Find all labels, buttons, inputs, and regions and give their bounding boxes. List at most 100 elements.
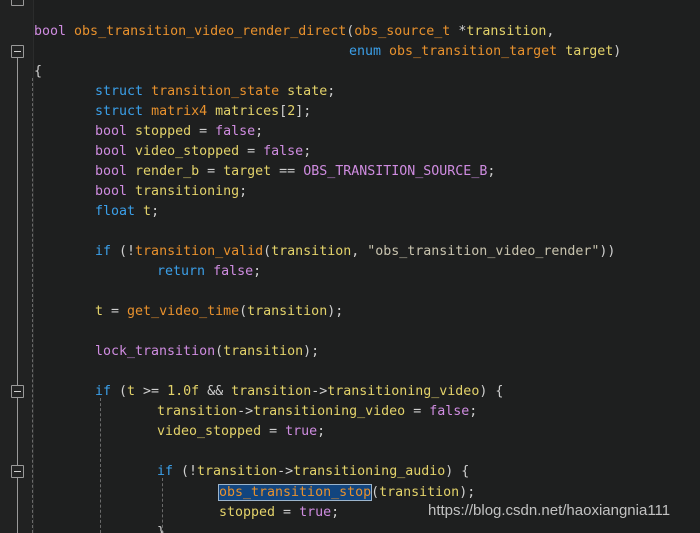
code-token: -> (237, 404, 254, 419)
code-token: target (565, 44, 614, 59)
code-editor-viewport: bool obs_transition_video_render_direct (… (0, 0, 700, 533)
code-token: ) { (445, 464, 470, 479)
code-token: transition (247, 304, 328, 319)
code-token: ( (371, 485, 380, 500)
code-line[interactable]: if (!transition->transitioning_audio) { (157, 462, 469, 482)
code-token: false (215, 124, 256, 139)
code-token: { (34, 64, 43, 79)
code-line[interactable]: bool render_b = target == OBS_TRANSITION… (95, 162, 495, 182)
code-token: ) (613, 44, 622, 59)
code-token: ; (303, 144, 312, 159)
code-line[interactable]: transition->transitioning_video = false; (157, 402, 477, 422)
code-token: transitioning_audio (293, 464, 446, 479)
code-token: >= (135, 384, 168, 399)
code-token: stopped (219, 505, 276, 520)
code-token: "obs_transition_video_render" (367, 244, 600, 259)
watermark-url: https://blog.csdn.net/haoxiangnia111 (428, 502, 671, 519)
code-token: transition_state (151, 84, 280, 99)
code-token: * (450, 24, 467, 39)
code-token: = (275, 505, 300, 520)
code-text-area[interactable]: bool obs_transition_video_render_direct (… (0, 0, 700, 533)
code-line[interactable]: if (!transition_valid(transition, "obs_t… (95, 242, 615, 262)
code-line[interactable]: struct matrix4 matrices[2]; (95, 102, 311, 122)
code-token: get_video_time (127, 304, 240, 319)
code-token: ; (239, 184, 248, 199)
code-token: if (157, 464, 174, 479)
code-token: t (95, 304, 104, 319)
code-token: 1.0f (167, 384, 200, 399)
code-token: transitioning_video (253, 404, 406, 419)
code-token: return (157, 264, 206, 279)
code-token: bool (95, 144, 128, 159)
code-line[interactable]: enum obs_transition_target target) (349, 42, 621, 62)
code-token: [ (279, 104, 288, 119)
code-token: stopped (135, 124, 192, 139)
code-token: = (261, 424, 286, 439)
code-token: struct (95, 104, 144, 119)
code-token: transition (197, 464, 278, 479)
code-line[interactable]: bool stopped = false; (95, 122, 263, 142)
code-token: render_b (135, 164, 200, 179)
code-token: false (263, 144, 304, 159)
code-line[interactable]: video_stopped = true; (157, 422, 325, 442)
code-line[interactable]: float t; (95, 202, 159, 222)
code-token: ); (459, 485, 476, 500)
code-token: ; (469, 404, 478, 419)
code-token: transition (157, 404, 238, 419)
code-token: = (199, 164, 224, 179)
code-token: )) (599, 244, 616, 259)
code-token: 2 (287, 104, 296, 119)
code-token: ; (317, 424, 326, 439)
selected-token: obs_transition_stop (217, 484, 373, 501)
code-token: ; (255, 124, 264, 139)
code-line[interactable]: bool obs_transition_video_render_direct(… (34, 22, 554, 42)
code-line[interactable]: return false; (157, 262, 261, 282)
code-line[interactable]: lock_transition(transition); (95, 342, 319, 362)
code-token: video_stopped (135, 144, 240, 159)
code-token: , (546, 24, 555, 39)
code-token: true (285, 424, 318, 439)
code-line[interactable]: struct transition_state state; (95, 82, 335, 102)
code-token: float (95, 204, 136, 219)
code-token: (! (111, 244, 136, 259)
code-token: matrices (215, 104, 280, 119)
code-token: ; (151, 204, 160, 219)
code-token: obs_transition_video_render_direct (74, 24, 347, 39)
code-token: && (199, 384, 232, 399)
code-token: transition (379, 485, 460, 500)
code-line[interactable]: t = get_video_time(transition); (95, 302, 343, 322)
code-line[interactable]: { (34, 62, 42, 82)
code-line[interactable]: if (t >= 1.0f && transition->transitioni… (95, 382, 503, 402)
code-token: } (157, 525, 166, 533)
code-token: if (95, 384, 112, 399)
code-token: = (239, 144, 264, 159)
code-token: ); (327, 304, 344, 319)
code-line[interactable]: } (157, 523, 165, 533)
code-token: transition (223, 344, 304, 359)
code-line[interactable]: bool video_stopped = false; (95, 142, 311, 162)
code-line[interactable]: obs_transition_stop(transition); (217, 483, 476, 503)
code-token: bool (95, 184, 128, 199)
code-token: ( (239, 304, 248, 319)
code-token: (! (173, 464, 198, 479)
code-token: ; (327, 84, 336, 99)
code-line[interactable]: stopped = true; (219, 503, 339, 523)
code-token: , (351, 244, 368, 259)
code-token: bool (34, 24, 67, 39)
code-token: enum (349, 44, 382, 59)
code-token: transition (231, 384, 312, 399)
code-token: target (223, 164, 272, 179)
code-token: if (95, 244, 112, 259)
code-token: ; (253, 264, 262, 279)
code-token: -> (311, 384, 328, 399)
code-line[interactable]: bool transitioning; (95, 182, 247, 202)
code-token: == (271, 164, 304, 179)
code-token: bool (95, 164, 128, 179)
code-token: bool (95, 124, 128, 139)
